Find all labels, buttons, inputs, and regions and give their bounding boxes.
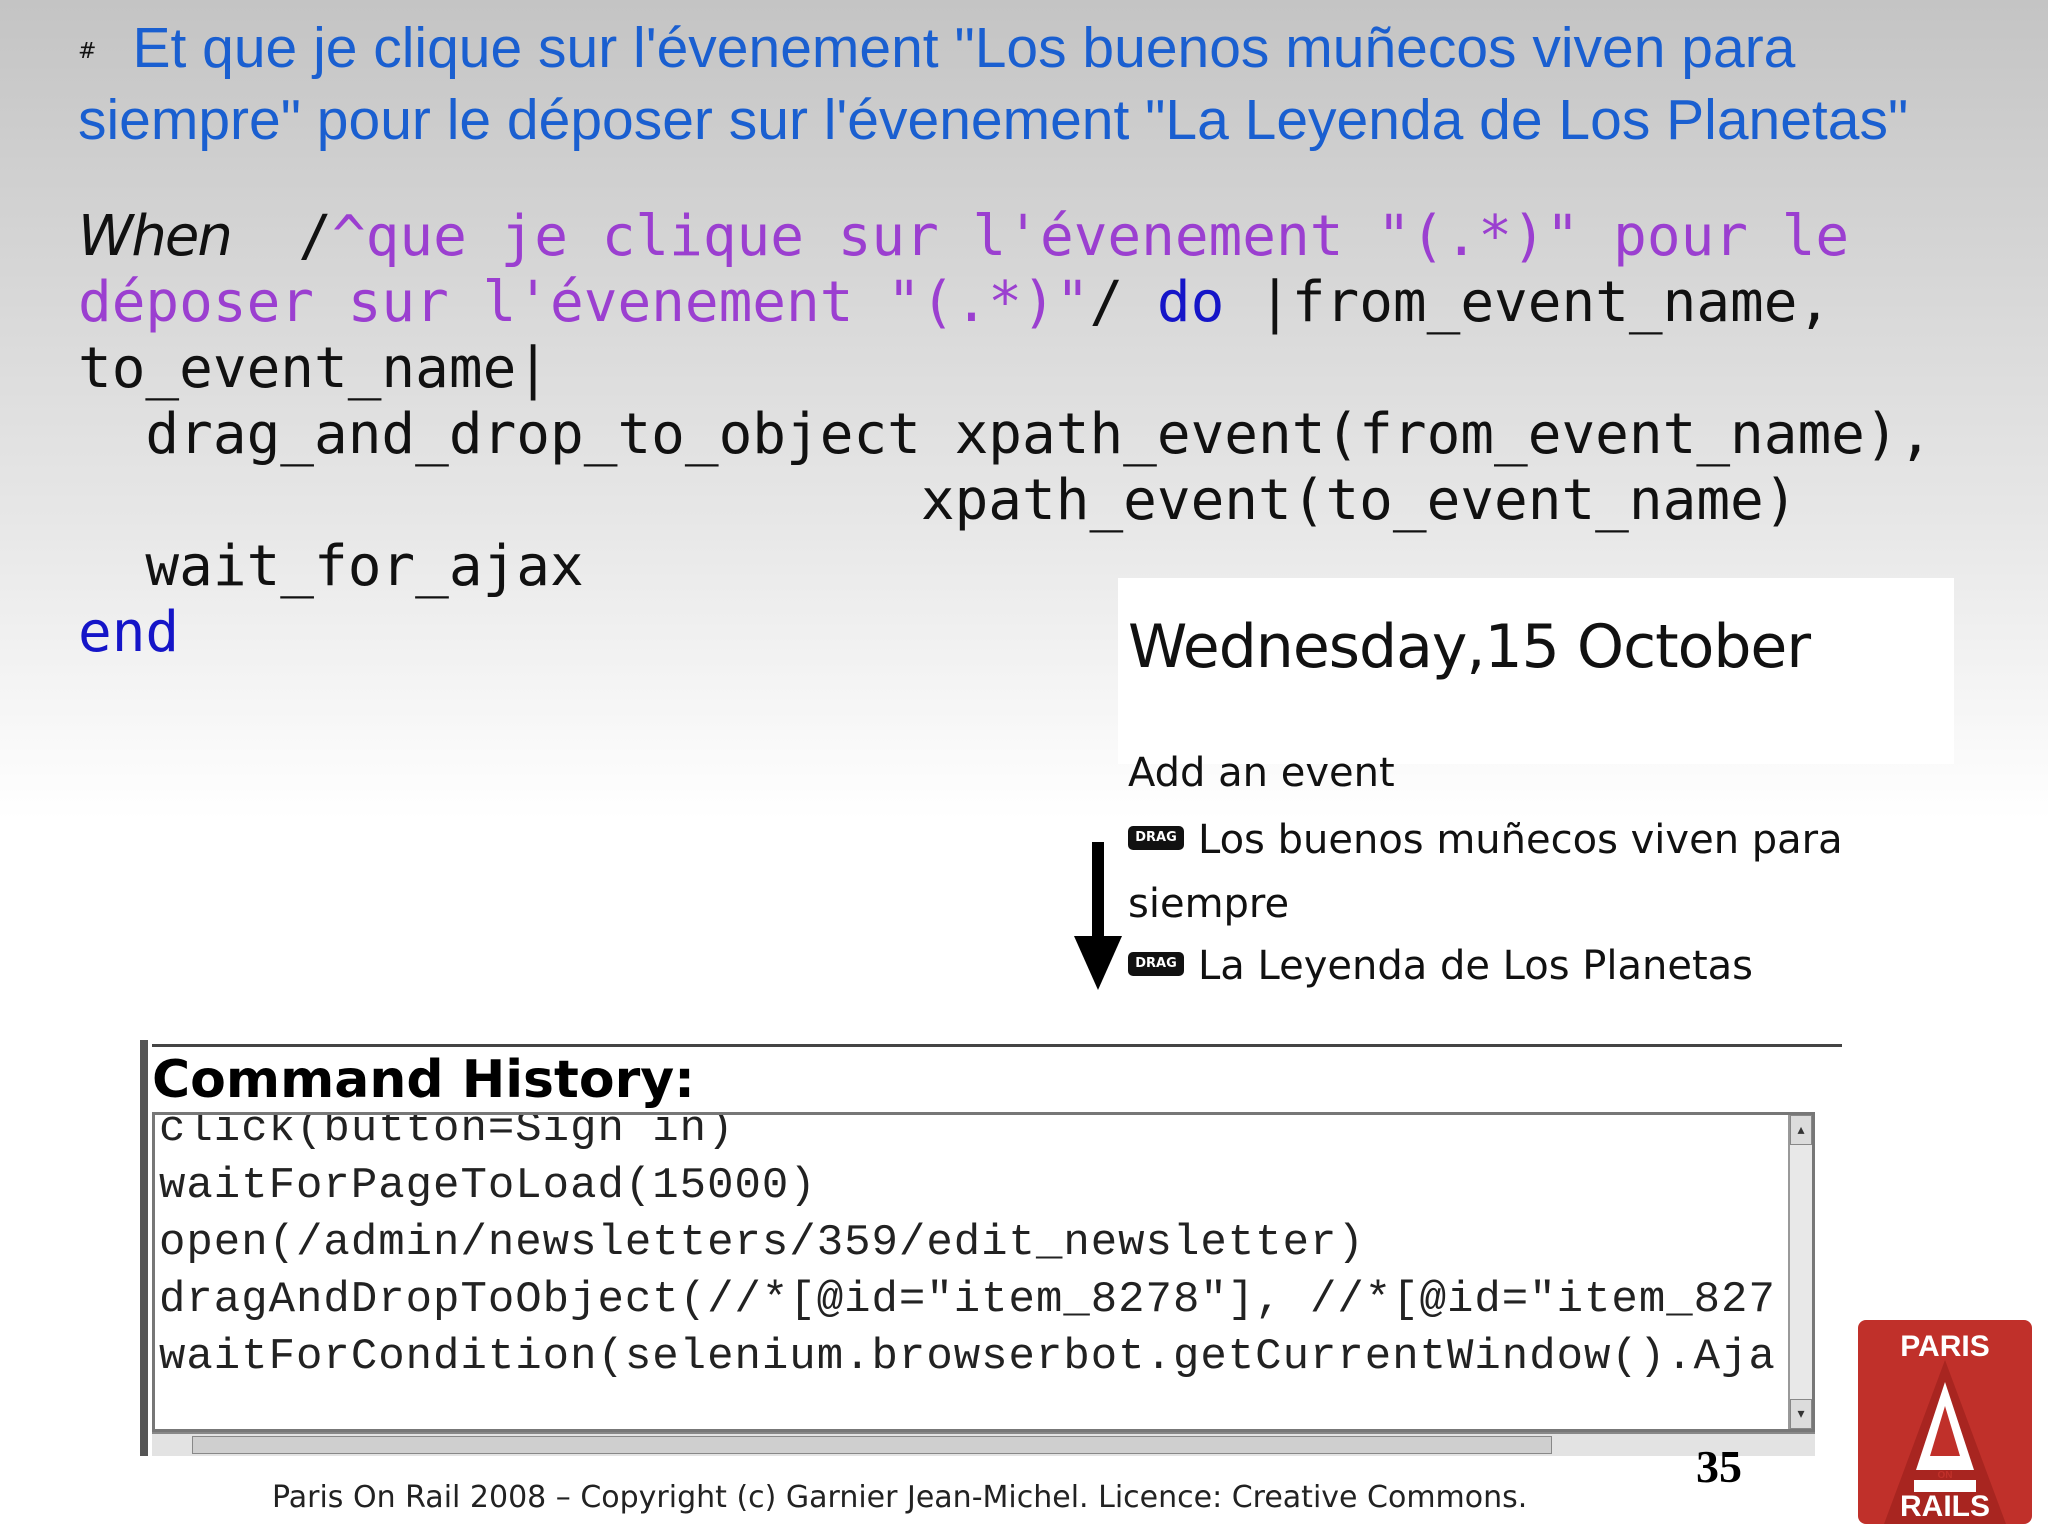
code-line-4: drag_and_drop_to_object xpath_event(from… xyxy=(78,402,1933,467)
command-history-title: Command History: xyxy=(152,1044,1842,1110)
horizontal-scroll-thumb[interactable] xyxy=(192,1436,1552,1454)
svg-text:RAILS: RAILS xyxy=(1900,1490,1990,1523)
footer-copyright: Paris On Rail 2008 – Copyright (c) Garni… xyxy=(272,1480,1528,1515)
drag-handle-icon[interactable]: DRAG xyxy=(1128,952,1184,976)
page-number: 35 xyxy=(1696,1441,1742,1492)
calendar-event-label: Los buenos muñecos viven para siempre xyxy=(1128,817,1843,927)
svg-text:ON: ON xyxy=(1938,1470,1953,1481)
code-line-5: xpath_event(to_event_name) xyxy=(78,468,1798,533)
paris-on-rails-logo: PARIS ON RAILS xyxy=(1858,1320,2032,1524)
code-regex-line2: déposer sur l'évenement "(.*)" xyxy=(78,270,1090,335)
history-line: waitForPageToLoad(15000) xyxy=(159,1161,817,1211)
horizontal-scrollbar[interactable] xyxy=(152,1432,1815,1456)
drag-handle-icon[interactable]: DRAG xyxy=(1128,826,1184,850)
history-line: open(/admin/newsletters/359/edit_newslet… xyxy=(159,1218,1365,1268)
code-line-6: wait_for_ajax xyxy=(78,534,584,599)
heading-text: Et que je clique sur l'évenement "Los bu… xyxy=(78,16,1909,152)
code-line-3: to_event_name| xyxy=(78,336,551,401)
code-regex-line1: ^que je clique sur l'évenement "(.*)" po… xyxy=(331,204,1850,269)
calendar-event-label: La Leyenda de Los Planetas xyxy=(1198,943,1754,989)
calendar-event-item[interactable]: DRAG Los buenos muñecos viven para siempr… xyxy=(1128,808,1888,936)
history-line: click(button=Sign in) xyxy=(159,1112,735,1154)
code-block-params: |from_event_name, xyxy=(1224,270,1832,335)
code-slash-close: / xyxy=(1089,270,1157,335)
calendar-date-title: Wednesday,15 October xyxy=(1128,612,1811,682)
add-event-link[interactable]: Add an event xyxy=(1128,750,1395,796)
svg-text:PARIS: PARIS xyxy=(1900,1330,1989,1363)
command-history-list[interactable]: click(button=Sign in) waitForPageToLoad(… xyxy=(152,1112,1815,1432)
comment-hash: # xyxy=(78,38,97,64)
down-arrow-icon xyxy=(1074,842,1122,990)
panel-left-edge xyxy=(140,1040,148,1456)
scroll-up-icon[interactable]: ▴ xyxy=(1790,1115,1812,1145)
code-slash: / xyxy=(230,204,332,269)
history-line: waitForCondition(selenium.browserbot.get… xyxy=(159,1332,1776,1382)
code-end-keyword: end xyxy=(78,600,180,665)
scroll-down-icon[interactable]: ▾ xyxy=(1790,1399,1812,1429)
calendar-event-item[interactable]: DRAG La Leyenda de Los Planetas xyxy=(1128,934,1888,998)
slide-heading: # Et que je clique sur l'évenement "Los b… xyxy=(78,14,2008,154)
history-line: dragAndDropToObject(//*[@id="item_8278"]… xyxy=(159,1275,1776,1325)
code-do-keyword: do xyxy=(1156,270,1225,335)
vertical-scrollbar[interactable]: ▴ ▾ xyxy=(1788,1115,1812,1429)
code-when-keyword: When xyxy=(78,204,233,269)
